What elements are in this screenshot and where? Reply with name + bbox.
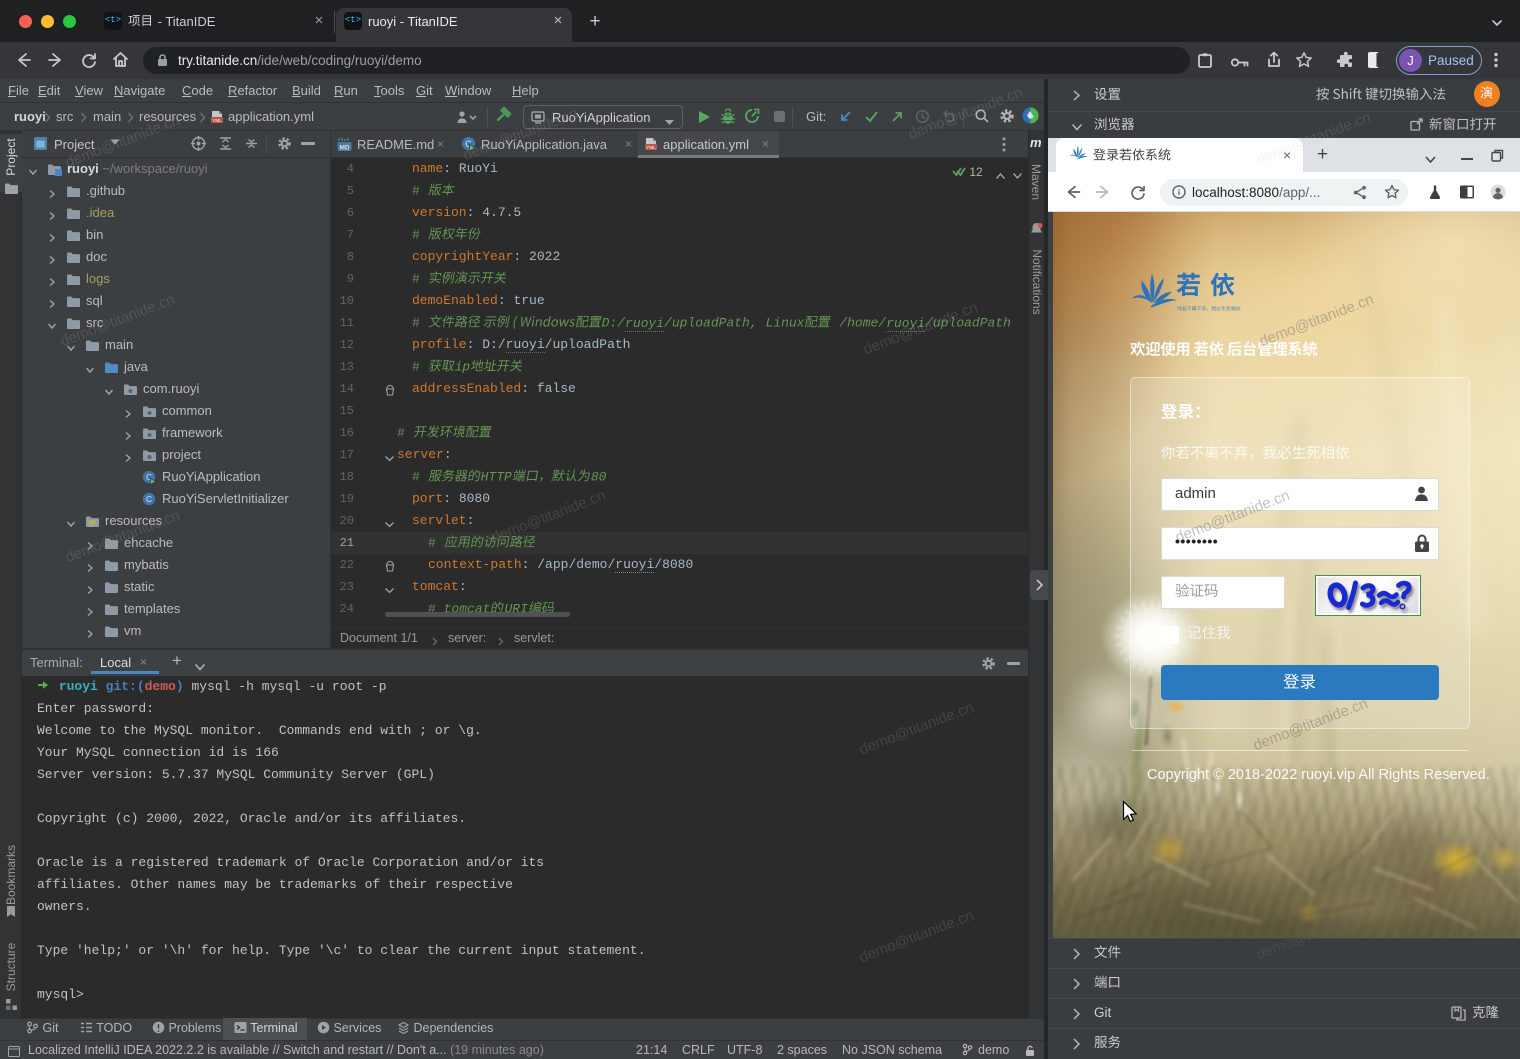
svg-text:YML: YML [212, 118, 222, 123]
svg-text:C: C [146, 494, 152, 504]
svg-text:YML: YML [646, 145, 656, 150]
svg-text:MD: MD [339, 144, 349, 151]
